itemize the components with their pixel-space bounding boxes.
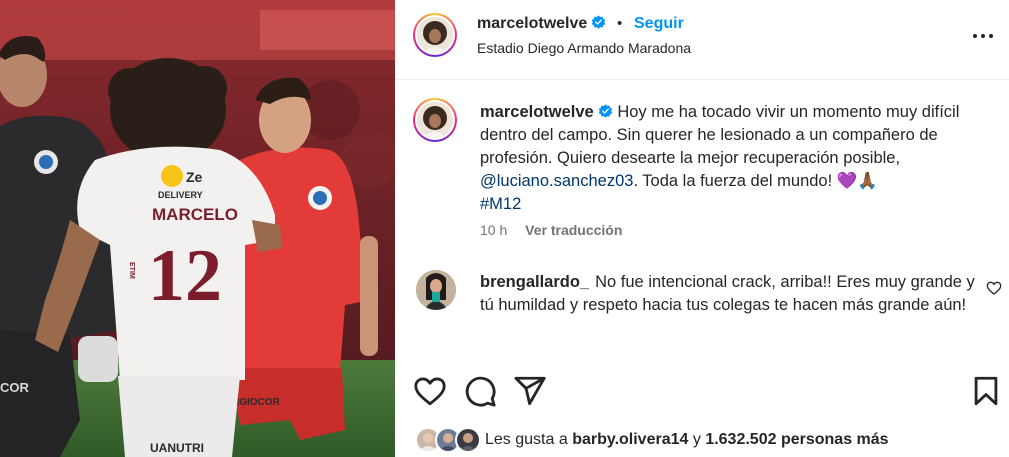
more-options-icon[interactable] bbox=[969, 22, 997, 50]
likes-suffix[interactable]: personas más bbox=[781, 431, 889, 448]
commenter-avatar-image bbox=[416, 270, 456, 310]
follow-button[interactable]: Seguir bbox=[634, 15, 684, 33]
svg-text:COR: COR bbox=[0, 380, 30, 395]
liker-username[interactable]: barby.olivera14 bbox=[572, 431, 688, 448]
post-timestamp[interactable]: 10 h bbox=[480, 222, 507, 238]
comment-like-icon[interactable] bbox=[986, 280, 1002, 296]
header-separator: • bbox=[617, 15, 623, 32]
action-bar bbox=[395, 372, 1009, 412]
likes-prefix: Les gusta a bbox=[485, 431, 568, 448]
likes-connector: y bbox=[692, 431, 701, 448]
liker-avatar bbox=[455, 427, 481, 453]
likes-summary: Les gusta a barby.olivera14 y 1.632.502 … bbox=[395, 424, 1009, 456]
caption-avatar[interactable] bbox=[413, 98, 457, 142]
post-photo[interactable]: COR NGIOCOR Ze DELIVERY MARCELO 12 ETIM … bbox=[0, 0, 395, 457]
likers-avatar-stack[interactable] bbox=[415, 427, 485, 453]
caption-mention-link[interactable]: @luciano.sanchez03 bbox=[480, 172, 633, 190]
caption-avatar-image bbox=[417, 102, 453, 138]
author-username[interactable]: marcelotwelve bbox=[477, 15, 606, 33]
comment-icon[interactable] bbox=[463, 374, 497, 408]
svg-text:Ze: Ze bbox=[186, 169, 203, 185]
svg-text:MARCELO: MARCELO bbox=[152, 205, 238, 224]
svg-text:NGIOCOR: NGIOCOR bbox=[232, 397, 281, 408]
liker-avatar-image bbox=[459, 433, 477, 451]
verified-icon bbox=[592, 15, 606, 29]
bookmark-icon[interactable] bbox=[969, 374, 1003, 408]
comment-text: brengallardo_ No fue intencional crack, a… bbox=[480, 271, 975, 317]
caption-username[interactable]: marcelotwelve bbox=[480, 103, 594, 121]
commenter-username[interactable]: brengallardo_ bbox=[480, 273, 589, 291]
commenter-avatar[interactable] bbox=[416, 270, 456, 310]
post-location[interactable]: Estadio Diego Armando Maradona bbox=[477, 40, 691, 56]
caption-text: marcelotwelve Hoy me ha tocado vivir un … bbox=[480, 101, 985, 216]
caption-hashtag-link[interactable]: #M12 bbox=[480, 195, 521, 213]
likes-text: Les gusta a barby.olivera14 y 1.632.502 … bbox=[485, 431, 889, 449]
caption-body-part2: . Toda la fuerza del mundo! 💜🙏🏾 bbox=[633, 172, 878, 190]
translate-button[interactable]: Ver traducción bbox=[525, 222, 622, 238]
svg-text:12: 12 bbox=[148, 235, 222, 317]
post-details-panel: marcelotwelve • Seguir Estadio Diego Arm… bbox=[395, 0, 1009, 457]
post-header: marcelotwelve • Seguir Estadio Diego Arm… bbox=[395, 0, 1009, 80]
caption-meta: 10 h Ver traducción bbox=[480, 222, 622, 238]
author-avatar[interactable] bbox=[413, 13, 457, 57]
verified-icon bbox=[598, 104, 612, 118]
post-photo-illustration: COR NGIOCOR Ze DELIVERY MARCELO 12 ETIM … bbox=[0, 0, 395, 457]
svg-text:DELIVERY: DELIVERY bbox=[158, 190, 203, 200]
avatar-image bbox=[417, 17, 453, 53]
share-icon[interactable] bbox=[513, 374, 547, 408]
svg-text:ETIM: ETIM bbox=[128, 262, 135, 279]
svg-text:UANUTRI: UANUTRI bbox=[150, 441, 204, 455]
likes-count[interactable]: 1.632.502 bbox=[705, 431, 776, 448]
heart-icon[interactable] bbox=[413, 374, 447, 408]
author-username-text[interactable]: marcelotwelve bbox=[477, 15, 587, 32]
